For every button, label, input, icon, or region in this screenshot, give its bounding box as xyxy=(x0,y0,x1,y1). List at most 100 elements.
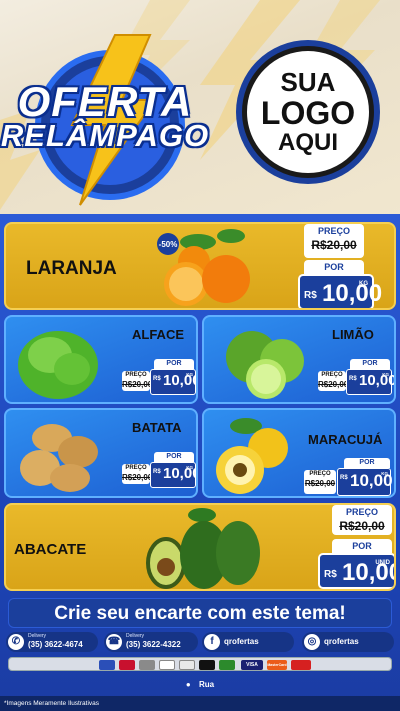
card-icon xyxy=(199,660,215,670)
current-price-box: R$ 10,00 KG xyxy=(150,369,196,395)
instagram-icon: ◎ xyxy=(304,634,320,650)
por-label: POR xyxy=(154,452,194,462)
unit: KG xyxy=(186,465,193,470)
currency: R$ xyxy=(304,290,317,301)
potato-image xyxy=(20,424,98,492)
product-name: MARACUJÁ xyxy=(308,432,383,447)
address-line[interactable]: ● Rua xyxy=(0,676,400,694)
lettuce-image xyxy=(18,331,98,399)
card-icon xyxy=(291,660,311,670)
product-name: ABACATE xyxy=(14,541,87,558)
preco-label: PREÇO xyxy=(125,372,147,378)
old-price: R$20,00 xyxy=(318,380,349,389)
old-price: R$20,00 xyxy=(122,380,153,389)
location-pin-icon: ● xyxy=(185,680,191,689)
avocado-image xyxy=(146,508,260,589)
product-card-batata: BATATA POR PREÇO R$20,00 R$ 10,00 KG xyxy=(4,408,198,498)
current-price-box: R$ 10,00 KG xyxy=(337,468,393,496)
cta-banner[interactable]: Crie seu encarte com este tema! xyxy=(8,598,392,628)
current-price-box: R$ 10,00 KG xyxy=(150,462,196,488)
old-price: R$20,00 xyxy=(311,238,357,252)
disclaimer: *Imagens Meramente Ilustrativas xyxy=(0,696,400,711)
por-label: POR xyxy=(304,260,364,274)
payment-methods: VISA MasterCard xyxy=(8,657,392,671)
product-card-maracuja: MARACUJÁ POR PREÇO R$20,00 R$ 10,00 KG xyxy=(202,408,396,498)
product-card-alface: ALFACE POR PREÇO R$20,00 R$ 10,00 KG xyxy=(4,315,198,404)
facebook-link[interactable]: f qrofertas xyxy=(202,632,294,652)
whatsapp-icon: ✆ xyxy=(8,634,24,650)
passion-fruit-image xyxy=(216,418,288,494)
badge-title-line2: RELÂMPAGO xyxy=(0,118,210,153)
old-price-box: PREÇO R$20,00 xyxy=(318,371,349,391)
header: OFERTA RELÂMPAGO SUA LOGO AQUI xyxy=(0,0,400,220)
price-tag: POR PREÇO R$20,00 R$ 10,00 KG xyxy=(122,359,196,397)
instagram-handle: qrofertas xyxy=(324,637,359,646)
product-name: ALFACE xyxy=(132,327,184,342)
unit: KG xyxy=(381,471,388,476)
currency: R$ xyxy=(153,469,161,475)
currency: R$ xyxy=(349,376,357,382)
orange-image: -50% xyxy=(157,229,250,306)
old-price: R$20,00 xyxy=(122,473,153,482)
phone-number: (35) 3622-4322 xyxy=(126,640,181,649)
currency: R$ xyxy=(324,569,337,580)
current-price-box: R$ 10,00 KG xyxy=(298,274,382,308)
card-icon xyxy=(99,660,115,670)
product-name: LIMÃO xyxy=(332,327,374,342)
por-label: POR xyxy=(344,458,390,468)
delivery-label: Delivery xyxy=(28,633,47,639)
unit: KG xyxy=(359,281,368,287)
preco-box: PREÇO R$20,00 xyxy=(332,505,392,535)
card-icon xyxy=(219,660,235,670)
current-price: 10,00 xyxy=(322,280,383,307)
phone-icon: ☎ xyxy=(106,634,122,650)
logo-text-logo: LOGO xyxy=(260,95,356,131)
old-price-box: PREÇO R$20,00 xyxy=(122,464,153,484)
unit: KG xyxy=(186,372,193,377)
preco-label: PREÇO xyxy=(317,226,350,236)
phone-number: (35) 3622-4674 xyxy=(28,640,83,649)
por-label: POR xyxy=(332,539,392,553)
price-tag: POR PREÇO R$20,00 R$ 10,00 KG xyxy=(122,452,196,490)
preco-box: PREÇO R$20,00 xyxy=(304,224,364,258)
por-label: POR xyxy=(350,359,390,369)
price-tag: PREÇO R$20,00 POR R$ 10,00 UNID xyxy=(316,505,394,589)
price-tag: POR PREÇO R$20,00 R$ 10,00 KG xyxy=(318,359,394,397)
delivery-phone-1[interactable]: ✆ Delivery (35) 3622-4674 xyxy=(6,632,98,652)
delivery-phone-2[interactable]: ☎ Delivery (35) 3622-4322 xyxy=(104,632,198,652)
card-icon xyxy=(139,660,155,670)
logo-text-aqui: AQUI xyxy=(278,129,338,156)
logo-placeholder: SUA LOGO AQUI xyxy=(242,46,374,178)
product-card-laranja: LARANJA -50% PREÇO R$20,00 POR R$ 10,00 … xyxy=(4,222,396,310)
facebook-icon: f xyxy=(204,634,220,650)
card-icon xyxy=(179,660,195,670)
contacts-bar: ✆ Delivery (35) 3622-4674 ☎ Delivery (35… xyxy=(0,632,400,654)
old-price: R$20,00 xyxy=(339,519,385,533)
price-tag: PREÇO R$20,00 POR R$ 10,00 KG xyxy=(298,224,382,308)
por-label: POR xyxy=(154,359,194,369)
preco-label: PREÇO xyxy=(309,471,331,477)
facebook-handle: qrofertas xyxy=(224,637,259,646)
mastercard-icon: MasterCard xyxy=(267,660,287,670)
visa-icon: VISA xyxy=(241,660,263,670)
product-name: BATATA xyxy=(132,420,182,435)
card-icon xyxy=(119,660,135,670)
instagram-link[interactable]: ◎ qrofertas xyxy=(302,632,394,652)
lime-image xyxy=(226,331,304,399)
currency: R$ xyxy=(340,475,348,481)
old-price-box: PREÇO R$20,00 xyxy=(122,371,153,391)
card-icon xyxy=(159,660,175,670)
current-price: 10,00 xyxy=(359,372,396,389)
product-card-abacate: ABACATE PREÇO R$20,00 POR R$ 10,00 UNID xyxy=(4,503,396,591)
currency: R$ xyxy=(153,376,161,382)
address-text: Rua xyxy=(198,680,215,689)
delivery-label: Delivery xyxy=(126,633,145,639)
product-name: LARANJA xyxy=(26,258,117,279)
unit: UNID xyxy=(375,560,390,566)
preco-label: PREÇO xyxy=(345,507,378,517)
preco-label: PREÇO xyxy=(125,465,147,471)
product-card-limao: LIMÃO POR PREÇO R$20,00 R$ 10,00 KG xyxy=(202,315,396,404)
old-price: R$20,00 xyxy=(304,479,336,488)
price-tag: POR PREÇO R$20,00 R$ 10,00 KG xyxy=(304,458,393,496)
preco-label: PREÇO xyxy=(321,372,343,378)
